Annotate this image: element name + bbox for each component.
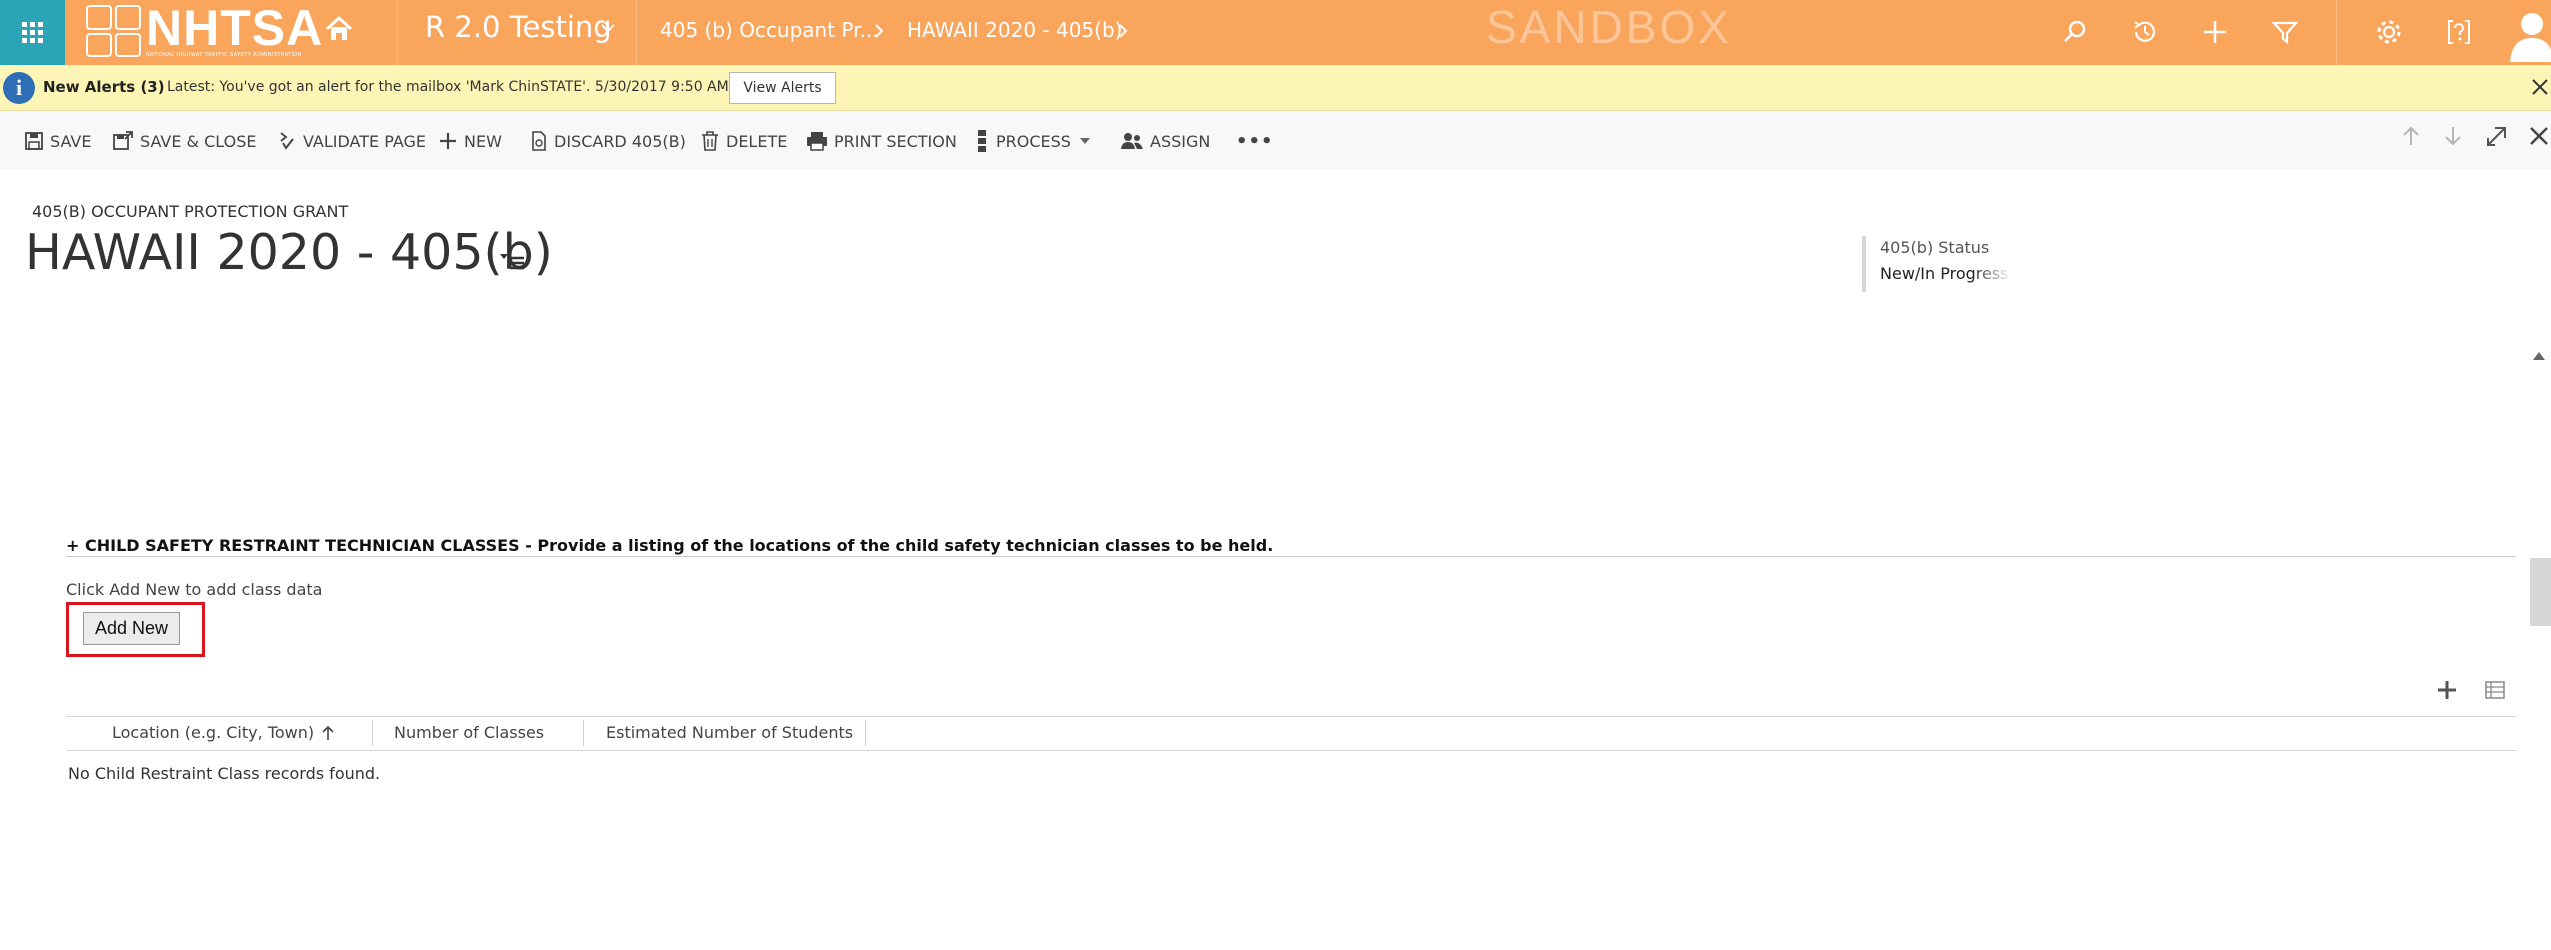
printer-icon <box>807 132 827 151</box>
app-launcher-button[interactable] <box>0 0 65 65</box>
discard-button[interactable]: DISCARD 405(B) <box>530 129 686 153</box>
empty-grid-message: No Child Restraint Class records found. <box>68 764 381 783</box>
environment-watermark: SANDBOX <box>1486 1 1732 53</box>
breadcrumb-record[interactable]: HAWAII 2020 - 405(b) <box>907 18 1122 42</box>
plus-icon <box>440 133 456 149</box>
chevron-right-icon[interactable] <box>1114 20 1132 42</box>
print-label: PRINT SECTION <box>834 131 957 151</box>
help-icon[interactable] <box>2444 17 2474 47</box>
more-commands-button[interactable]: ••• <box>1236 129 1274 153</box>
logo-badge-icon <box>86 5 142 57</box>
search-icon[interactable] <box>2060 17 2090 47</box>
logo-subtext: NATIONAL HIGHWAY TRAFFIC SAFETY ADMINIST… <box>146 51 302 58</box>
status-label: 405(b) Status <box>1880 238 1990 257</box>
assign-label: ASSIGN <box>1150 131 1211 151</box>
arrow-down-icon[interactable] <box>2441 124 2465 148</box>
process-icon <box>978 130 986 152</box>
trash-icon <box>702 131 718 151</box>
logo-text: NHTSA <box>146 0 324 56</box>
home-icon[interactable] <box>324 14 354 44</box>
assign-users-icon <box>1121 133 1143 149</box>
add-new-hint: Click Add New to add class data <box>66 580 323 599</box>
save-button[interactable]: SAVE <box>24 129 91 153</box>
alert-message: Latest: You've got an alert for the mail… <box>167 79 729 95</box>
filter-icon[interactable] <box>2270 17 2300 47</box>
alert-bar: i New Alerts (3) Latest: You've got an a… <box>0 65 2551 111</box>
process-label: PROCESS <box>996 131 1071 151</box>
command-bar: SAVE SAVE & CLOSE VALIDATE PAGE NEW DISC… <box>0 111 2551 169</box>
scrollbar-thumb[interactable] <box>2530 558 2551 626</box>
alert-title: New Alerts (3) <box>43 78 165 96</box>
column-header-estimated-students[interactable]: Estimated Number of Students <box>606 723 853 742</box>
save-icon <box>25 132 43 150</box>
new-label: NEW <box>464 131 502 151</box>
save-and-close-button[interactable]: SAVE & CLOSE <box>112 129 256 153</box>
close-icon[interactable] <box>2527 124 2551 148</box>
caret-down-icon <box>1079 138 1090 144</box>
chevron-right-icon <box>875 24 884 38</box>
discard-icon <box>532 131 546 151</box>
plus-icon[interactable] <box>2200 17 2230 47</box>
print-section-button[interactable]: PRINT SECTION <box>806 129 957 153</box>
grid-view-icon[interactable] <box>2484 679 2506 701</box>
pop-out-icon[interactable] <box>2485 124 2509 148</box>
top-nav-bar: NHTSA NATIONAL HIGHWAY TRAFFIC SAFETY AD… <box>0 0 2551 65</box>
delete-button[interactable]: DELETE <box>700 129 787 153</box>
process-menu-button[interactable]: PROCESS <box>974 129 1097 153</box>
section-divider <box>66 556 2516 557</box>
validate-label: VALIDATE PAGE <box>303 131 427 151</box>
column-label-location: Location (e.g. City, Town) <box>112 723 315 742</box>
grid-header-bottom-border <box>66 750 2516 751</box>
history-icon[interactable] <box>2130 17 2160 47</box>
record-title: HAWAII 2020 - 405(b) <box>25 224 553 281</box>
chevron-down-icon[interactable] <box>598 18 618 38</box>
status-field: 405(b) Status New/In Progress <box>1862 236 2012 292</box>
column-header-location[interactable]: Location (e.g. City, Town) <box>112 723 336 742</box>
add-record-icon[interactable] <box>2435 678 2459 702</box>
validate-page-button[interactable]: VALIDATE PAGE <box>277 129 426 153</box>
user-avatar-icon <box>2510 13 2551 62</box>
app-name[interactable]: R 2.0 Testing <box>425 10 612 44</box>
more-commands-icon: ••• <box>1236 130 1274 152</box>
save-close-label: SAVE & CLOSE <box>140 131 257 151</box>
arrow-up-icon[interactable] <box>2399 124 2423 148</box>
gear-icon[interactable] <box>2374 17 2404 47</box>
nhtsa-logo[interactable]: NHTSA NATIONAL HIGHWAY TRAFFIC SAFETY AD… <box>86 0 324 58</box>
scroll-up-icon[interactable] <box>2532 350 2546 362</box>
discard-label: DISCARD 405(B) <box>554 131 686 151</box>
breadcrumb-entity[interactable]: 405 (b) Occupant Pr... <box>660 18 879 42</box>
close-icon[interactable] <box>2530 77 2550 97</box>
sort-ascending-icon <box>322 725 334 740</box>
waffle-icon <box>21 21 44 44</box>
form-selector-icon[interactable] <box>498 250 526 272</box>
grid-header-top-border <box>66 716 2516 717</box>
view-alerts-button[interactable]: View Alerts <box>729 72 836 104</box>
column-header-number-of-classes[interactable]: Number of Classes <box>394 723 544 742</box>
section-title[interactable]: + CHILD SAFETY RESTRAINT TECHNICIAN CLAS… <box>66 536 1273 555</box>
add-new-button[interactable]: Add New <box>83 612 180 645</box>
save-label: SAVE <box>50 131 92 151</box>
entity-type-label: 405(B) OCCUPANT PROTECTION GRANT <box>32 202 349 221</box>
delete-label: DELETE <box>726 131 788 151</box>
save-close-icon <box>113 131 133 150</box>
new-button[interactable]: NEW <box>438 129 502 153</box>
assign-button[interactable]: ASSIGN <box>1120 129 1210 153</box>
info-icon: i <box>3 72 35 104</box>
validate-icon <box>280 132 294 150</box>
user-avatar[interactable] <box>2508 2 2551 62</box>
